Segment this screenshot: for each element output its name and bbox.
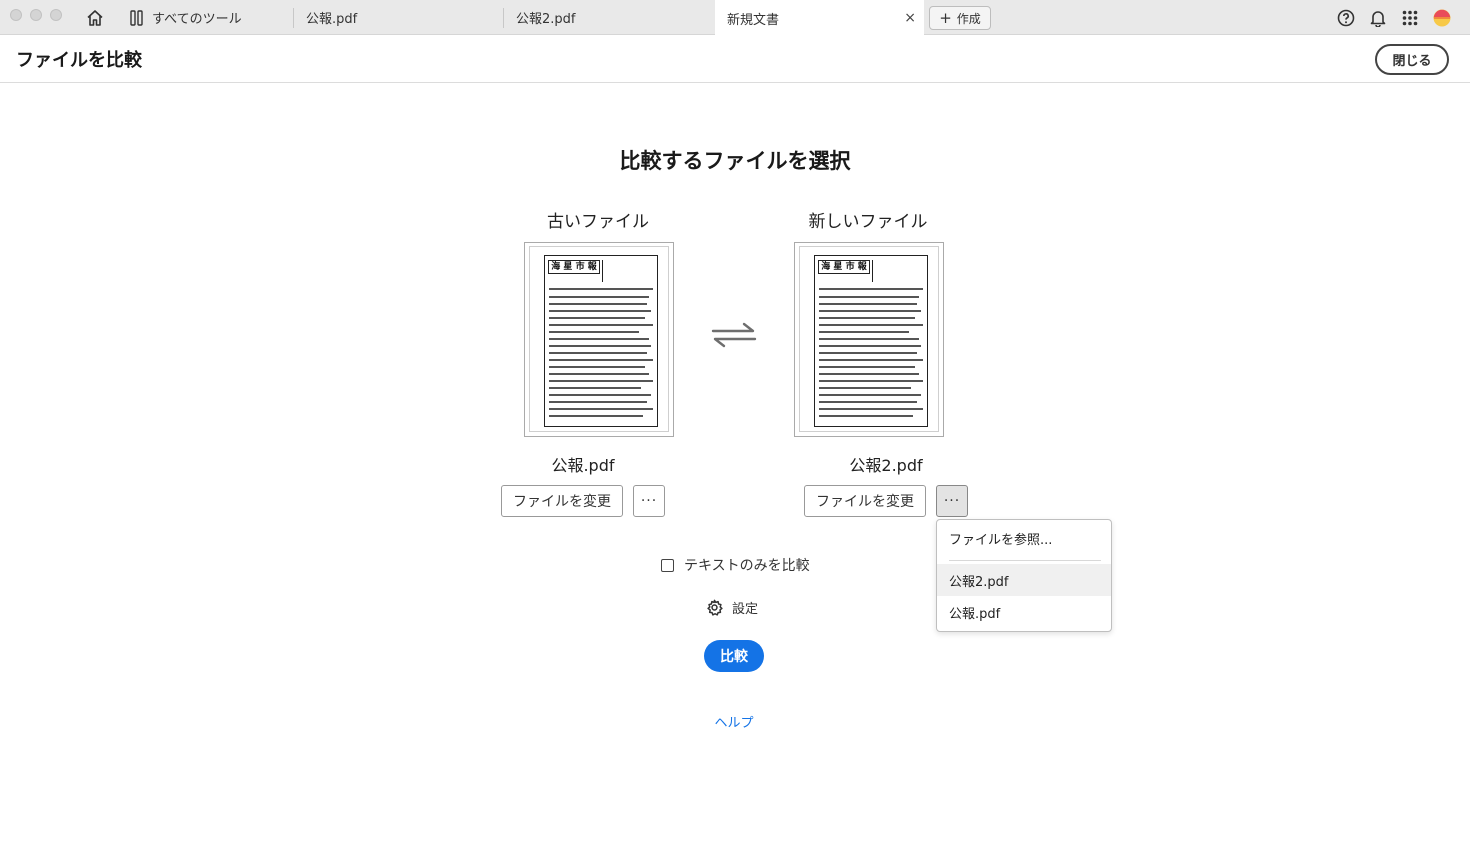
text-line — [549, 303, 647, 305]
text-line — [549, 352, 647, 354]
bell-icon[interactable] — [1368, 8, 1388, 28]
text-only-label: テキストのみを比較 — [684, 558, 810, 574]
tab-koho-pdf[interactable]: 公報.pdf — [294, 0, 504, 35]
text-line — [549, 345, 651, 347]
window-zoom-dot[interactable] — [50, 9, 62, 21]
text-line — [549, 288, 653, 290]
text-line — [819, 415, 913, 417]
text-line — [819, 359, 923, 361]
text-line — [819, 331, 909, 333]
recent-file-item[interactable]: 公報.pdf — [937, 596, 1111, 628]
text-line — [549, 373, 649, 375]
text-line — [549, 401, 647, 403]
tab-new-document[interactable]: 新規文書 × — [715, 0, 924, 36]
text-line — [819, 408, 923, 410]
text-line — [819, 338, 919, 340]
file-options-menu: ファイルを参照... 公報2.pdf 公報.pdf — [936, 519, 1112, 632]
old-change-file-button[interactable]: ファイルを変更 — [501, 485, 623, 517]
new-file-name: 公報2.pdf — [849, 456, 923, 475]
text-line — [549, 387, 641, 389]
tab-label: すべてのツール — [152, 12, 242, 27]
tab-label: 公報.pdf — [306, 12, 358, 27]
plus-icon: + — [939, 8, 952, 27]
apps-grid-icon[interactable] — [1400, 8, 1420, 28]
text-line — [819, 324, 923, 326]
window-close-dot[interactable] — [10, 9, 22, 21]
text-line — [549, 317, 645, 319]
page-preview: 海 星 市 報 — [529, 246, 669, 432]
tab-label: 公報2.pdf — [516, 12, 576, 27]
text-line — [819, 394, 921, 396]
gear-icon — [706, 599, 723, 616]
text-line — [819, 303, 917, 305]
window-titlebar: すべてのツール 公報.pdf 公報2.pdf 新規文書 × + 作成 — [0, 0, 1470, 36]
document-masthead: 海 星 市 報 — [548, 260, 600, 274]
new-change-file-button[interactable]: ファイルを変更 — [804, 485, 926, 517]
tab-koho2-pdf[interactable]: 公報2.pdf — [504, 0, 714, 35]
create-button[interactable]: + 作成 — [929, 6, 991, 30]
settings-button[interactable]: 設定 — [706, 597, 758, 617]
close-icon[interactable]: × — [904, 10, 916, 26]
text-line — [549, 331, 639, 333]
text-line — [549, 359, 653, 361]
old-file-name: 公報.pdf — [551, 456, 615, 475]
menu-divider — [949, 560, 1101, 561]
text-line — [819, 352, 917, 354]
text-line — [819, 288, 923, 290]
text-line — [819, 366, 915, 368]
text-line — [549, 338, 649, 340]
swap-files-icon[interactable] — [711, 320, 757, 350]
document-frame: 海 星 市 報 — [544, 255, 658, 427]
text-line — [549, 408, 653, 410]
tab-all-tools[interactable]: すべてのツール — [118, 0, 294, 35]
text-line — [819, 296, 919, 298]
old-file-thumbnail[interactable]: 海 星 市 報 — [524, 242, 674, 437]
avatar[interactable] — [1432, 8, 1452, 28]
text-line — [819, 401, 917, 403]
tools-icon — [130, 9, 144, 26]
page-preview: 海 星 市 報 — [799, 246, 939, 432]
text-line — [549, 394, 651, 396]
create-label: 作成 — [956, 11, 981, 26]
new-file-thumbnail[interactable]: 海 星 市 報 — [794, 242, 944, 437]
document-masthead-side — [602, 260, 654, 282]
text-line — [819, 373, 919, 375]
text-only-option[interactable]: テキストのみを比較 — [661, 555, 810, 575]
old-file-heading: 古いファイル — [547, 212, 649, 232]
new-more-options-button[interactable]: ··· — [936, 485, 968, 517]
browse-files-item[interactable]: ファイルを参照... — [937, 522, 1111, 554]
select-files-title: 比較するファイルを選択 — [619, 149, 851, 173]
text-only-checkbox[interactable] — [661, 558, 674, 572]
text-line — [549, 296, 649, 298]
text-line — [819, 380, 923, 382]
text-line — [819, 345, 921, 347]
help-link-label[interactable]: ヘルプ — [714, 716, 753, 731]
text-line — [819, 387, 911, 389]
page-header: ファイルを比較 閉じる — [0, 35, 1470, 83]
close-button[interactable]: 閉じる — [1375, 44, 1449, 75]
old-more-options-button[interactable]: ··· — [633, 485, 665, 517]
compare-button[interactable]: 比較 — [704, 640, 764, 672]
text-line — [549, 415, 643, 417]
tab-label: 新規文書 — [727, 12, 780, 28]
recent-file-item[interactable]: 公報2.pdf — [937, 564, 1111, 596]
help-link[interactable]: ヘルプ — [0, 712, 1468, 731]
document-masthead-side — [872, 260, 924, 282]
text-line — [549, 310, 651, 312]
document-frame: 海 星 市 報 — [814, 255, 928, 427]
document-masthead: 海 星 市 報 — [818, 260, 870, 274]
help-icon[interactable] — [1336, 8, 1356, 28]
text-line — [819, 317, 915, 319]
text-line — [819, 310, 921, 312]
home-icon[interactable] — [82, 5, 108, 31]
text-line — [549, 324, 653, 326]
text-line — [549, 366, 645, 368]
new-file-heading: 新しいファイル — [808, 212, 928, 232]
window-minimize-dot[interactable] — [30, 9, 42, 21]
text-line — [549, 380, 653, 382]
page-title: ファイルを比較 — [16, 50, 142, 71]
settings-label: 設定 — [732, 601, 759, 617]
